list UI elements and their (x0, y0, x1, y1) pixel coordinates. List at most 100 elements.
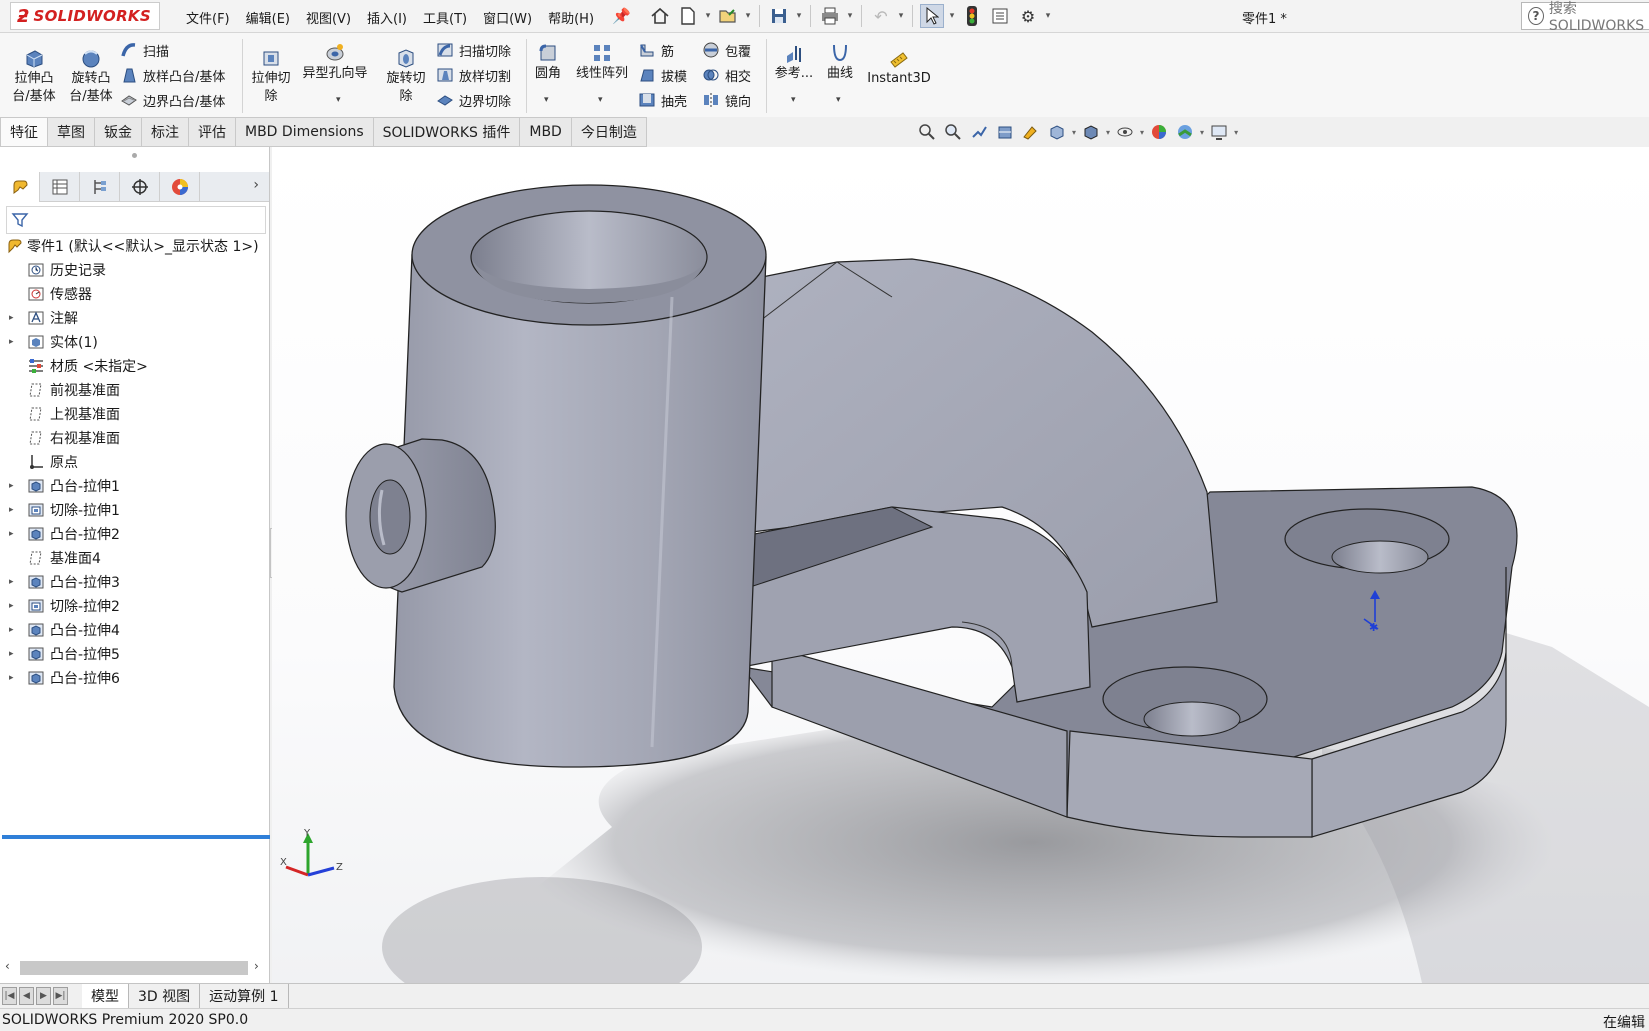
expand-arrow-icon[interactable]: ▸ (9, 649, 17, 659)
display-style-icon[interactable] (1080, 121, 1102, 143)
view-orientation-icon[interactable] (1046, 121, 1068, 143)
select-dropdown-icon[interactable]: ▾ (948, 11, 956, 21)
tree-item[interactable]: 右视基准面 (0, 426, 269, 450)
curves-button[interactable]: 曲线 (820, 42, 860, 83)
tree-item[interactable]: ▸ 凸台-拉伸3 (0, 570, 269, 594)
tab-manufacture-today[interactable]: 今日制造 (571, 117, 647, 147)
tree-item[interactable]: ▸ 凸台-拉伸1 (0, 474, 269, 498)
tree-item[interactable]: 上视基准面 (0, 402, 269, 426)
draft-button[interactable]: 拔模 (638, 64, 687, 86)
loft-boss-button[interactable]: 放样凸台/基体 (120, 64, 225, 86)
tab-sketch[interactable]: 草图 (48, 117, 95, 147)
tree-item[interactable]: 材质 <未指定> (0, 354, 269, 378)
tab-mbd-dimensions[interactable]: MBD Dimensions (236, 117, 374, 147)
tree-item[interactable]: ▸ 凸台-拉伸2 (0, 522, 269, 546)
tab-motion-study-1[interactable]: 运动算例 1 (200, 984, 289, 1008)
tree-item[interactable]: 基准面4 (0, 546, 269, 570)
tab-features[interactable]: 特征 (0, 117, 48, 147)
save-icon[interactable] (767, 4, 791, 28)
open-folder-icon[interactable] (716, 4, 740, 28)
last-tab-icon[interactable]: ▶| (53, 987, 68, 1005)
part-model-render[interactable]: ✱ (272, 147, 1649, 983)
tab-mbd[interactable]: MBD (520, 117, 572, 147)
display-style-dropdown-icon[interactable]: ▾ (1106, 128, 1110, 137)
tab-model[interactable]: 模型 (82, 984, 129, 1008)
expand-arrow-icon[interactable]: ▸ (9, 505, 17, 515)
menu-file[interactable]: 文件(F) (178, 7, 238, 28)
file-properties-icon[interactable] (988, 4, 1012, 28)
curves-dropdown-icon[interactable]: ▾ (836, 95, 841, 105)
menu-help[interactable]: 帮助(H) (540, 7, 602, 28)
view-settings-icon[interactable] (1208, 121, 1230, 143)
section-view-icon[interactable] (994, 121, 1016, 143)
tree-item[interactable]: ▸ 实体(1) (0, 330, 269, 354)
tree-root-part[interactable]: 零件1 (默认<<默认>_显示状态 1>) (0, 234, 269, 258)
hide-show-items-icon[interactable] (1114, 121, 1136, 143)
tree-item[interactable]: ▸ 切除-拉伸2 (0, 594, 269, 618)
previous-tab-icon[interactable]: ◀ (19, 987, 34, 1005)
tab-solidworks-addins[interactable]: SOLIDWORKS 插件 (373, 117, 521, 147)
boundary-cut-button[interactable]: 边界切除 (436, 89, 511, 111)
expand-arrow-icon[interactable]: ▸ (9, 601, 17, 611)
expand-arrow-icon[interactable]: ▸ (9, 673, 17, 683)
expand-arrow-icon[interactable]: ▸ (9, 529, 17, 539)
expand-arrow-icon[interactable]: ▸ (9, 481, 17, 491)
mirror-button[interactable]: 镜向 (702, 89, 751, 111)
open-dropdown-icon[interactable]: ▾ (744, 11, 752, 21)
rib-button[interactable]: 筋 (638, 39, 674, 61)
menu-view[interactable]: 视图(V) (298, 7, 359, 28)
new-document-icon[interactable] (676, 4, 700, 28)
display-manager-tab[interactable] (160, 172, 200, 202)
dimxpert-manager-tab[interactable] (120, 172, 160, 202)
revolve-cut-button[interactable]: 旋转切除 (381, 47, 431, 106)
home-icon[interactable] (648, 4, 672, 28)
property-manager-tab[interactable] (40, 172, 80, 202)
new-dropdown-icon[interactable]: ▾ (704, 11, 712, 21)
tree-item[interactable]: 前视基准面 (0, 378, 269, 402)
wrap-button[interactable]: 包覆 (702, 39, 751, 61)
undo-icon[interactable]: ↶ (869, 4, 893, 28)
tab-3d-view[interactable]: 3D 视图 (129, 984, 201, 1008)
view-orientation-dropdown-icon[interactable]: ▾ (1072, 128, 1076, 137)
pattern-dropdown-icon[interactable]: ▾ (598, 95, 603, 105)
hide-show-dropdown-icon[interactable]: ▾ (1140, 128, 1144, 137)
search-box[interactable]: ? 搜索 SOLIDWORKS (1521, 1, 1649, 34)
edit-appearance-icon[interactable] (1148, 121, 1170, 143)
reference-dropdown-icon[interactable]: ▾ (791, 95, 796, 105)
menu-window[interactable]: 窗口(W) (475, 7, 540, 28)
scene-dropdown-icon[interactable]: ▾ (1200, 128, 1204, 137)
save-dropdown-icon[interactable]: ▾ (795, 11, 803, 21)
rebuild-traffic-light-icon[interactable] (960, 4, 984, 28)
search-placeholder[interactable]: 搜索 SOLIDWORKS (1549, 0, 1649, 34)
tab-evaluate[interactable]: 评估 (189, 117, 236, 147)
reference-triad[interactable]: Y X Z (278, 827, 348, 887)
previous-view-icon[interactable] (968, 121, 990, 143)
expand-arrow-icon[interactable]: ▸ (9, 577, 17, 587)
menu-insert[interactable]: 插入(I) (359, 7, 415, 28)
rollback-bar[interactable] (2, 835, 270, 839)
scrollbar-thumb[interactable] (20, 961, 248, 975)
expand-arrow-icon[interactable]: ▸ (9, 625, 17, 635)
tree-item[interactable]: 传感器 (0, 282, 269, 306)
tree-item[interactable]: ▸ 注解 (0, 306, 269, 330)
scroll-right-icon[interactable]: › (254, 959, 259, 973)
fillet-dropdown-icon[interactable]: ▾ (544, 95, 549, 105)
expand-arrow-icon[interactable]: ▸ (9, 337, 17, 347)
tab-markup[interactable]: 标注 (142, 117, 189, 147)
print-icon[interactable] (818, 4, 842, 28)
menu-edit[interactable]: 编辑(E) (238, 7, 298, 28)
next-tab-icon[interactable]: ▶ (36, 987, 51, 1005)
tab-sheet-metal[interactable]: 钣金 (95, 117, 142, 147)
configuration-manager-tab[interactable] (80, 172, 120, 202)
hole-wizard-button[interactable]: 异型孔向导 (298, 42, 372, 83)
extrude-boss-button[interactable]: 拉伸凸台/基体 (8, 47, 60, 106)
expand-arrow-icon[interactable]: ▸ (9, 313, 17, 323)
instant3d-button[interactable]: Instant3D (866, 47, 932, 88)
options-dropdown-icon[interactable]: ▾ (1044, 11, 1052, 21)
zoom-to-area-icon[interactable] (942, 121, 964, 143)
tree-item[interactable]: ▸ 凸台-拉伸4 (0, 618, 269, 642)
more-tabs-chevron-icon[interactable]: › (253, 177, 259, 193)
undo-dropdown-icon[interactable]: ▾ (897, 11, 905, 21)
reference-geometry-button[interactable]: 参考... (772, 42, 816, 83)
solidworks-logo[interactable]: ƻ SOLIDWORKS (10, 2, 160, 30)
